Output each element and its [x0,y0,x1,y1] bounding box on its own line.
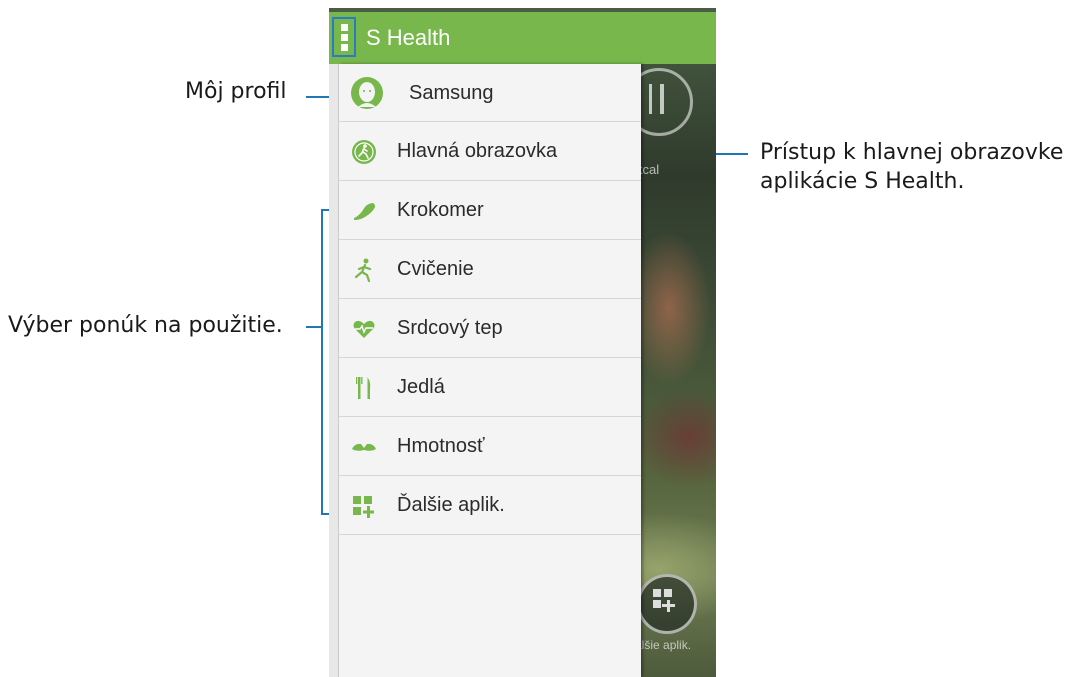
app-title: S Health [366,25,451,50]
menu-bar-icon [341,24,348,31]
drawer-item-heart-rate[interactable]: Srdcový tep [339,299,641,358]
phone-screen: kcal alšie aplik. S Health Samsung Hlavn… [329,8,716,677]
callout-my-profile: Môj profil [185,79,287,104]
drawer-item-more-apps[interactable]: Ďalšie aplik. [339,476,641,535]
more-apps-icon [653,589,675,612]
drawer-item-label: Srdcový tep [397,317,503,339]
home-icon [352,140,376,164]
drawer-item-label: Ďalšie aplik. [397,494,505,516]
drawer-item-food[interactable]: Jedlá [339,358,641,417]
drawer-item-label: Hmotnosť [397,435,485,457]
drawer-item-label: Jedlá [397,376,445,398]
drawer-item-label: Hlavná obrazovka [397,140,558,162]
navigation-drawer: Samsung Hlavná obrazovka Krokomer Cvičen… [339,64,641,677]
callout-bracket-stub [306,326,322,328]
drawer-edge [329,64,339,677]
profile-name: Samsung [409,82,494,104]
scale-icon [352,443,376,451]
more-apps-circle[interactable] [637,574,697,634]
fork-knife-icon [356,377,371,399]
drawer-item-exercise[interactable]: Cvičenie [339,240,641,299]
drawer-item-pedometer[interactable]: Krokomer [339,181,641,240]
drawer-item-label: Cvičenie [397,258,474,280]
callout-home-line1: Prístup k hlavnej obrazovke [760,140,1064,165]
action-bar: S Health [329,12,716,64]
drawer-item-home[interactable]: Hlavná obrazovka [339,122,641,181]
menu-bar-icon [341,44,348,51]
more-apps-icon [353,496,374,518]
avatar-icon [351,77,383,109]
callout-bracket-vertical [321,209,323,515]
callout-home-line2: aplikácie S Health. [760,169,965,194]
callout-menus: Výber ponúk na použitie. [8,313,283,338]
menu-bar-icon [341,34,348,41]
drawer-item-profile[interactable]: Samsung [339,64,641,122]
drawer-toggle-button[interactable] [332,17,356,57]
heart-rate-icon [353,320,375,338]
drawer-item-weight[interactable]: Hmotnosť [339,417,641,476]
drawer-item-label: Krokomer [397,199,484,221]
runner-icon [354,258,372,283]
more-apps-bg-label: alšie aplik. [635,638,692,652]
shoe-icon [354,203,375,220]
